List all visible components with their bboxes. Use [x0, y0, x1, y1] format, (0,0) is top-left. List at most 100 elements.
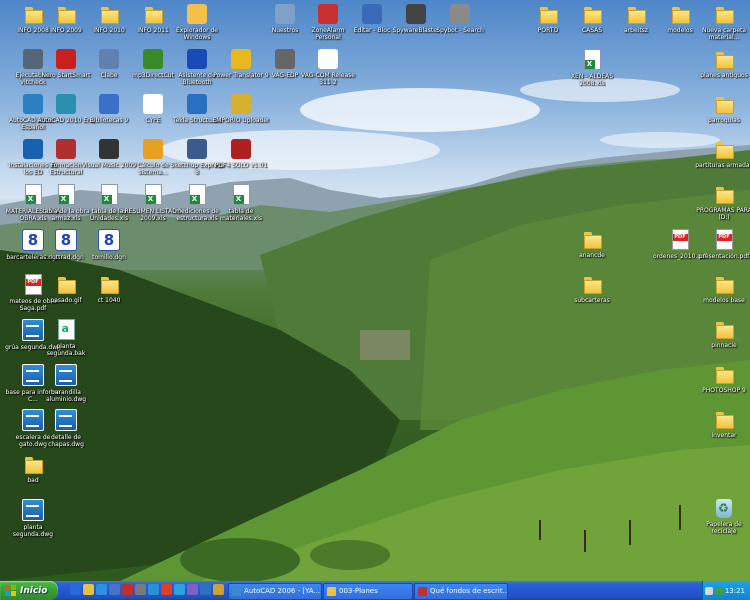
- desktop-icon[interactable]: Papelera de reciclaje: [695, 497, 750, 545]
- folder-icon: [714, 364, 734, 384]
- desktop-icon[interactable]: detalle de chapas.dwg: [37, 407, 95, 455]
- desktop-icon[interactable]: ct 1040: [80, 272, 138, 320]
- folder-icon: [670, 4, 690, 24]
- desktop-icon[interactable]: planta segunda.bak: [37, 317, 95, 365]
- pdf-file-icon: [671, 229, 689, 250]
- excel-file-icon: [57, 184, 75, 205]
- desktop-icon[interactable]: pinnacle: [695, 317, 750, 365]
- desktop-icon[interactable]: presentación.pdf: [695, 227, 750, 275]
- quick-launch-icon[interactable]: [70, 584, 81, 595]
- folder-icon: [714, 4, 734, 24]
- desktop-icon[interactable]: tabla de materiales.xls: [212, 182, 270, 230]
- folder-icon: [714, 409, 734, 429]
- desktop-icon[interactable]: PHOTOSHOP 9: [695, 362, 750, 410]
- application-icon: [56, 49, 76, 69]
- desktop-icon-label: planta segunda.bak: [46, 343, 86, 357]
- folder-icon: [538, 4, 558, 24]
- taskbar-button[interactable]: Qué fondos de escrit...: [414, 583, 508, 600]
- dwg-file-icon: [55, 364, 77, 386]
- quick-launch-icon[interactable]: [122, 584, 133, 595]
- desktop-icon[interactable]: partituras armadas: [695, 137, 750, 185]
- folder-icon: [582, 4, 602, 24]
- application-icon: [450, 4, 470, 24]
- quick-launch-icon[interactable]: [174, 584, 185, 595]
- windows-logo-icon: [5, 585, 16, 596]
- excel-file-icon: [144, 184, 162, 205]
- desktop-icon[interactable]: VAG-COM Release 311-2: [299, 47, 357, 95]
- desktop-icon-label: Papelera de reciclaje: [706, 521, 742, 535]
- desktop-icon[interactable]: Spybot - Search: [431, 2, 489, 50]
- taskbar-button-label: Qué fondos de escrit...: [430, 587, 508, 595]
- desktop-icon-label: planes antiguos: [700, 72, 748, 79]
- taskbar-button-label: 003-Planes: [339, 587, 378, 595]
- quick-launch-icon[interactable]: [83, 584, 94, 595]
- desktop-icon[interactable]: subcarteras: [563, 272, 621, 320]
- desktop-icon[interactable]: Nueva carpeta material...: [695, 2, 750, 50]
- start-button[interactable]: Inicio: [0, 581, 58, 600]
- desktop-icon[interactable]: inventar: [695, 407, 750, 455]
- taskbar-button[interactable]: 003-Planes: [323, 583, 413, 600]
- desktop-icon-label: pinnacle: [711, 342, 737, 349]
- quick-launch-icon[interactable]: [161, 584, 172, 595]
- folder-icon: [714, 49, 734, 69]
- application-icon: [56, 94, 76, 114]
- folder-icon: [56, 4, 76, 24]
- folder-icon: [99, 4, 119, 24]
- desktop-icon[interactable]: parroquias: [695, 92, 750, 140]
- desktop-icon[interactable]: PROGRAMAS PARA (D:): [695, 182, 750, 230]
- desktop-icon[interactable]: EMPORIO Uploader: [212, 92, 270, 140]
- system-tray: 13:21: [702, 581, 750, 600]
- application-icon: [187, 139, 207, 159]
- excel-file-icon: [583, 49, 601, 70]
- desktop-icon[interactable]: barandilla aluminio.dwg: [37, 362, 95, 410]
- desktop: INFO 2008 INFO 2009 INFO 2010 INFO 2011 Expl…: [0, 0, 750, 581]
- folder-icon: [714, 94, 734, 114]
- application-icon: [362, 4, 382, 24]
- desktop-icon[interactable]: PDF4 SOLO v1.01: [212, 137, 270, 185]
- quick-launch-icon[interactable]: [148, 584, 159, 595]
- desktop-icon-label: modelos base: [703, 297, 745, 304]
- clock[interactable]: 13:21: [725, 587, 745, 595]
- desktop-icon[interactable]: Explorador de Windows: [168, 2, 226, 50]
- application-icon: [99, 139, 119, 159]
- desktop-icon[interactable]: XEN - ALDEAS 2008.xls: [563, 47, 621, 95]
- taskbar: Inicio AutoCAD 2006 - [YA... 003-Planes Qu…: [0, 581, 750, 600]
- desktop-icon-label: Nueva carpeta material...: [701, 27, 747, 41]
- folder-icon: [714, 319, 734, 339]
- application-icon: [187, 49, 207, 69]
- desktop-icon[interactable]: planta segunda.dwg: [4, 497, 62, 545]
- application-icon: [318, 49, 338, 69]
- quick-launch-icon[interactable]: [135, 584, 146, 595]
- folder-icon: [714, 184, 734, 204]
- quick-launch-icon[interactable]: [109, 584, 120, 595]
- folder-icon: [626, 4, 646, 24]
- tray-icon[interactable]: [714, 586, 723, 595]
- application-icon: [187, 4, 207, 24]
- application-icon: [143, 49, 163, 69]
- desktop-icon-label: barandilla aluminio.dwg: [45, 389, 87, 403]
- quick-launch-icon[interactable]: [96, 584, 107, 595]
- desktop-icon[interactable]: planes antiguos: [695, 47, 750, 95]
- desktop-icon-label: PHOTOSHOP 9: [702, 387, 746, 394]
- excel-file-icon: [232, 184, 250, 205]
- taskbar-button[interactable]: AutoCAD 2006 - [YA...: [228, 583, 322, 600]
- application-icon: [99, 49, 119, 69]
- quick-launch-icon[interactable]: [213, 584, 224, 595]
- task-app-icon: [327, 587, 336, 596]
- task-app-icon: [232, 587, 241, 596]
- desktop-icon[interactable]: anancde: [563, 227, 621, 275]
- dwg-file-icon: [55, 409, 77, 431]
- desktop-icon[interactable]: modelos base: [695, 272, 750, 320]
- tray-icon[interactable]: [704, 586, 713, 595]
- desktop-icon-label: inventar: [711, 432, 737, 439]
- application-icon: [143, 139, 163, 159]
- application-icon: [99, 94, 119, 114]
- desktop-icon[interactable]: tomillo.dgn: [80, 227, 138, 275]
- quick-launch-icon[interactable]: [200, 584, 211, 595]
- application-icon: [187, 94, 207, 114]
- application-icon: [231, 49, 251, 69]
- desktop-icon[interactable]: bad: [4, 452, 62, 500]
- quick-launch-icon[interactable]: [187, 584, 198, 595]
- dwg-file-icon: [22, 499, 44, 521]
- desktop-icon-label: XEN - ALDEAS 2008.xls: [570, 73, 614, 87]
